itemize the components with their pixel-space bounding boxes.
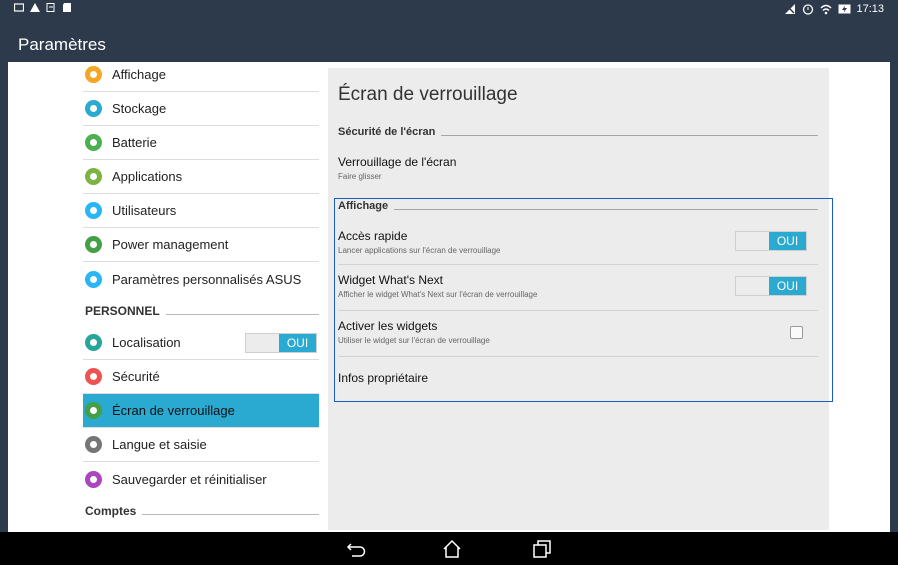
home-icon[interactable] xyxy=(440,538,464,560)
right-frame xyxy=(890,0,898,565)
pref-title: Verrouillage de l'écran xyxy=(338,155,457,169)
no-signal-icon xyxy=(784,3,796,15)
sidebar-item-label: Batterie xyxy=(112,135,157,150)
sidebar-item-securite[interactable]: Sécurité xyxy=(83,360,319,394)
sidebar-item-sauvegarder[interactable]: Sauvegarder et réinitialiser xyxy=(83,462,319,496)
nav-bar xyxy=(0,532,898,565)
localisation-toggle[interactable]: OUI xyxy=(245,333,317,353)
sidebar-item-label: Écran de verrouillage xyxy=(112,403,235,418)
warning-icon xyxy=(30,3,40,12)
page-title: Écran de verrouillage xyxy=(338,84,518,105)
lock-screen-icon xyxy=(85,402,102,419)
sidebar-item-utilisateurs[interactable]: Utilisateurs xyxy=(83,194,319,228)
sidebar-item-applications[interactable]: Applications xyxy=(83,160,319,194)
section-header-personnel: PERSONNEL xyxy=(83,296,319,326)
sim-icon xyxy=(46,3,56,12)
sidebar-item-label: Sécurité xyxy=(112,369,160,384)
divider xyxy=(338,356,818,357)
sidebar-item-label: Paramètres personnalisés ASUS xyxy=(112,271,302,287)
sidebar-item-label: Affichage xyxy=(112,67,166,82)
apps-icon xyxy=(85,168,102,185)
left-frame xyxy=(0,0,8,565)
lock-screen-pref[interactable]: Verrouillage de l'écran Faire glisser xyxy=(328,152,829,188)
whats-next-pref[interactable]: Widget What's Next Afficher le widget Wh… xyxy=(328,268,829,308)
sidebar-item-label: Power management xyxy=(112,237,229,252)
pref-title: Accès rapide xyxy=(338,229,408,243)
settings-list: Affichage Stockage Batterie Applications… xyxy=(8,62,326,532)
lock-icon xyxy=(85,368,102,385)
sidebar-item-label: Langue et saisie xyxy=(112,437,207,452)
screenshot-icon xyxy=(13,3,25,12)
sidebar-item-label: Stockage xyxy=(112,101,167,116)
users-icon xyxy=(85,202,102,219)
section-header-security: Sécurité de l'écran xyxy=(338,122,818,142)
battery-charging-icon xyxy=(838,3,851,15)
sd-card-icon xyxy=(62,3,72,12)
battery-icon xyxy=(85,134,102,151)
clock: 17:13 xyxy=(856,3,884,15)
divider xyxy=(338,310,818,311)
pref-title: Infos propriétaire xyxy=(338,371,429,385)
quick-access-pref[interactable]: Accès rapide Lancer applications sur l'é… xyxy=(328,224,829,264)
backup-icon xyxy=(85,470,102,488)
alarm-icon xyxy=(802,3,814,15)
section-header-comptes: Comptes xyxy=(83,496,319,526)
pref-summary: Utiliser le widget sur l'écran de verrou… xyxy=(338,336,490,345)
widgets-checkbox[interactable] xyxy=(790,326,803,339)
sidebar-item-power-management[interactable]: Power management xyxy=(83,228,319,262)
location-icon xyxy=(85,334,102,351)
sidebar-item-localisation[interactable]: Localisation OUI xyxy=(83,326,319,360)
power-management-icon xyxy=(85,236,102,253)
pref-summary: Faire glisser xyxy=(338,172,382,181)
toggle-knob: OUI xyxy=(279,334,316,352)
divider xyxy=(338,264,818,265)
sidebar-item-label: Localisation xyxy=(112,335,181,350)
pref-summary: Lancer applications sur l'écran de verro… xyxy=(338,246,501,255)
sidebar-item-batterie[interactable]: Batterie xyxy=(83,126,319,160)
pref-title: Activer les widgets xyxy=(338,319,438,333)
sidebar-item-affichage[interactable]: Affichage xyxy=(83,62,319,92)
sidebar-item-label: Utilisateurs xyxy=(112,203,177,218)
sidebar-item-langue[interactable]: Langue et saisie xyxy=(83,428,319,462)
widgets-pref[interactable]: Activer les widgets Utiliser le widget s… xyxy=(328,314,829,354)
language-icon xyxy=(85,436,102,453)
owner-info-pref[interactable]: Infos propriétaire xyxy=(328,360,829,400)
action-bar: Paramètres xyxy=(8,20,890,62)
toggle-knob: OUI xyxy=(769,232,806,250)
quick-access-toggle[interactable]: OUI xyxy=(735,231,807,251)
whats-next-toggle[interactable]: OUI xyxy=(735,276,807,296)
back-icon[interactable] xyxy=(345,538,369,560)
app-title: Paramètres xyxy=(18,35,106,54)
pref-summary: Afficher le widget What's Next sur l'écr… xyxy=(338,290,538,299)
sidebar-item-stockage[interactable]: Stockage xyxy=(83,92,319,126)
toggle-knob: OUI xyxy=(769,277,806,295)
status-bar: 17:13 xyxy=(8,0,890,20)
sidebar-item-lock-screen[interactable]: Écran de verrouillage xyxy=(83,394,319,428)
section-header-display: Affichage xyxy=(338,196,818,216)
storage-icon xyxy=(85,100,102,117)
wifi-icon xyxy=(820,3,832,15)
sidebar-item-label: Sauvegarder et réinitialiser xyxy=(112,471,267,487)
detail-panel: Écran de verrouillage Sécurité de l'écra… xyxy=(328,68,829,530)
asus-settings-icon xyxy=(85,270,102,288)
recent-apps-icon[interactable] xyxy=(530,538,554,560)
sidebar-item-asus-settings[interactable]: Paramètres personnalisés ASUS xyxy=(83,262,319,296)
sidebar-item-label: Applications xyxy=(112,169,183,184)
pref-title: Widget What's Next xyxy=(338,273,443,287)
display-icon xyxy=(85,66,102,83)
